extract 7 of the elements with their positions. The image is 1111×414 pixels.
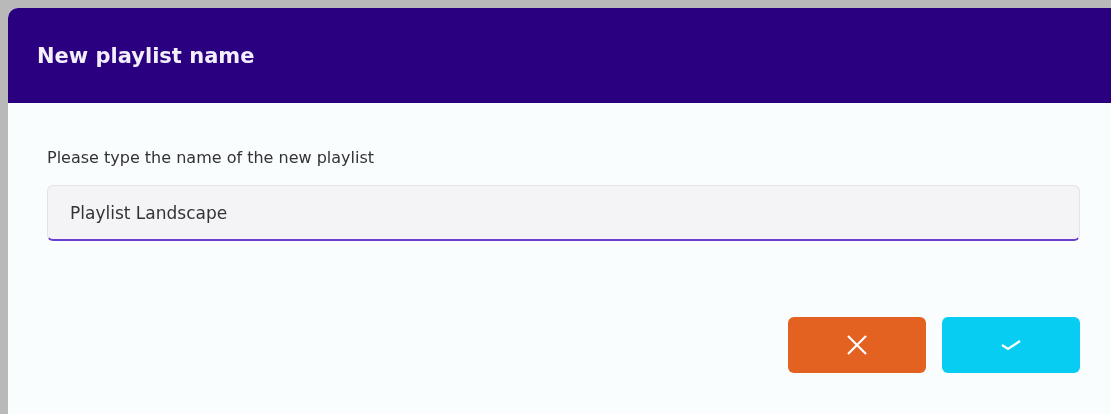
close-icon	[846, 334, 868, 356]
playlist-name-field[interactable]: Playlist Landscape	[47, 185, 1080, 241]
cancel-button[interactable]	[788, 317, 926, 373]
dialog-title: New playlist name	[37, 43, 255, 68]
prompt-text: Please type the name of the new playlist	[47, 148, 376, 167]
check-icon	[1000, 339, 1022, 351]
confirm-button[interactable]	[942, 317, 1080, 373]
